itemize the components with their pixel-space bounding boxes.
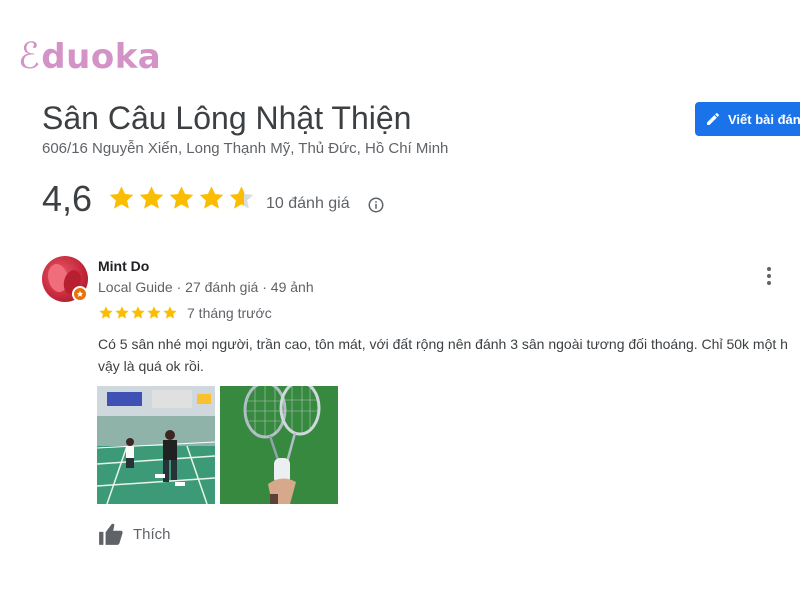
star-icon — [163, 306, 177, 319]
rating-score: 4,6 — [42, 178, 93, 219]
like-button[interactable]: Thích — [98, 522, 171, 546]
review-stars — [98, 305, 178, 321]
write-review-button[interactable]: Viết bài đánh giá — [695, 102, 800, 136]
review-time: 7 tháng trước — [187, 305, 272, 321]
star-icon — [199, 186, 224, 209]
logo-text: duoka — [41, 37, 162, 77]
review-count[interactable]: 10 đánh giá — [266, 195, 350, 213]
star-icon — [139, 186, 164, 209]
place-address: 606/16 Nguyễn Xiển, Long Thạnh Mỹ, Thủ Đ… — [42, 140, 449, 157]
thumbs-up-icon — [99, 523, 123, 545]
info-icon[interactable] — [367, 196, 385, 214]
star-icon — [229, 186, 254, 209]
star-icon — [109, 186, 134, 209]
write-review-label: Viết bài đánh giá — [728, 111, 800, 127]
rating-stars — [107, 184, 257, 213]
star-icon — [147, 306, 161, 319]
review-text: Có 5 sân nhé mọi người, trần cao, tôn má… — [98, 336, 788, 374]
eduoka-logo: ℰduoka — [18, 36, 161, 77]
place-title: Sân Câu Lông Nhật Thiện — [42, 100, 412, 136]
review-photo-rackets[interactable] — [220, 386, 338, 504]
more-options-icon[interactable] — [762, 265, 776, 287]
star-icon — [169, 186, 194, 209]
review-photo-court[interactable] — [97, 386, 215, 504]
star-icon — [115, 306, 129, 319]
like-label: Thích — [133, 525, 171, 543]
reviewer-meta: Local Guide · 27 đánh giá · 49 ảnh — [98, 279, 314, 295]
reviewer-name[interactable]: Mint Do — [98, 258, 149, 274]
pencil-icon — [707, 112, 720, 125]
star-icon — [99, 306, 113, 319]
local-guide-badge-icon — [72, 286, 88, 302]
star-icon — [131, 306, 145, 319]
logo-mark: ℰ — [18, 36, 41, 77]
